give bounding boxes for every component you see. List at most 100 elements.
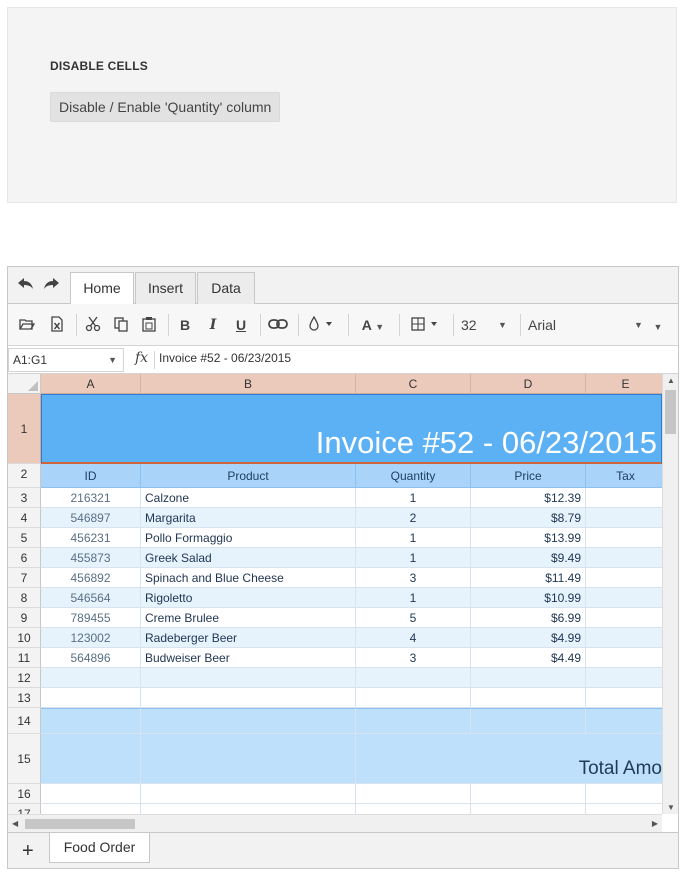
bold-button[interactable]: B: [176, 315, 194, 335]
table-header-id[interactable]: ID: [41, 464, 141, 488]
row-header-13[interactable]: 13: [8, 688, 41, 708]
column-header-e[interactable]: E: [586, 374, 662, 394]
row-header-10[interactable]: 10: [8, 628, 41, 648]
scroll-left-icon[interactable]: ◀: [12, 819, 18, 828]
invoice-title-cell[interactable]: Invoice #52 - 06/23/2015: [41, 394, 662, 464]
cell-product[interactable]: Radeberger Beer: [141, 628, 356, 648]
cell-id[interactable]: 456892: [41, 568, 141, 588]
cell-product[interactable]: Pollo Formaggio: [141, 528, 356, 548]
cell-id[interactable]: 564896: [41, 648, 141, 668]
cell-tax[interactable]: [586, 608, 662, 628]
empty-cell[interactable]: [586, 688, 662, 708]
empty-cell[interactable]: [586, 804, 662, 814]
column-header-c[interactable]: C: [356, 374, 471, 394]
open-icon[interactable]: [18, 315, 36, 335]
export-excel-icon[interactable]: [48, 315, 66, 335]
font-color-button[interactable]: A ▼: [357, 315, 389, 335]
empty-cell[interactable]: [586, 784, 662, 804]
undo-icon[interactable]: [17, 276, 35, 297]
cell-id[interactable]: 456231: [41, 528, 141, 548]
empty-cell[interactable]: [471, 804, 586, 814]
empty-cell[interactable]: [356, 668, 471, 688]
chevron-down-icon[interactable]: ▼: [108, 349, 117, 371]
empty-cell[interactable]: [41, 688, 141, 708]
row-header-11[interactable]: 11: [8, 648, 41, 668]
scroll-up-icon[interactable]: ▲: [667, 376, 675, 385]
cell-price[interactable]: $6.99: [471, 608, 586, 628]
empty-cell[interactable]: [356, 708, 471, 734]
cell-tax[interactable]: [586, 648, 662, 668]
cell-quantity[interactable]: 1: [356, 528, 471, 548]
italic-button[interactable]: I: [204, 315, 222, 335]
cut-icon[interactable]: [83, 315, 103, 335]
empty-cell[interactable]: [356, 784, 471, 804]
row-header-14[interactable]: 14: [8, 708, 41, 734]
empty-cell[interactable]: [586, 708, 662, 734]
empty-cell[interactable]: [41, 734, 141, 784]
toolbar-more-button[interactable]: ▼: [652, 315, 664, 335]
cell-id[interactable]: 216321: [41, 488, 141, 508]
cell-price[interactable]: $8.79: [471, 508, 586, 528]
table-header-tax[interactable]: Tax: [586, 464, 662, 488]
empty-cell[interactable]: [141, 804, 356, 814]
row-header-7[interactable]: 7: [8, 568, 41, 588]
tab-home[interactable]: Home: [70, 272, 134, 305]
sheet-tab-food-order[interactable]: Food Order: [49, 833, 150, 863]
cell-product[interactable]: Budweiser Beer: [141, 648, 356, 668]
horizontal-scrollbar[interactable]: ◀ ▶: [8, 814, 662, 832]
row-header-9[interactable]: 9: [8, 608, 41, 628]
cell-product[interactable]: Creme Brulee: [141, 608, 356, 628]
cell-tax[interactable]: [586, 628, 662, 648]
add-sheet-button[interactable]: +: [22, 840, 34, 863]
cell-id[interactable]: 789455: [41, 608, 141, 628]
row-header-15[interactable]: 15: [8, 734, 41, 784]
row-header-8[interactable]: 8: [8, 588, 41, 608]
cell-price[interactable]: $4.99: [471, 628, 586, 648]
redo-icon[interactable]: [42, 276, 60, 297]
cell-tax[interactable]: [586, 508, 662, 528]
select-all-corner[interactable]: [8, 374, 41, 394]
formula-input[interactable]: Invoice #52 - 06/23/2015: [159, 351, 291, 365]
cell-quantity[interactable]: 1: [356, 588, 471, 608]
fill-color-icon[interactable]: [306, 315, 336, 335]
cell-quantity[interactable]: 3: [356, 648, 471, 668]
cell-product[interactable]: Greek Salad: [141, 548, 356, 568]
font-size-select[interactable]: 32 ▼: [461, 315, 513, 335]
underline-button[interactable]: U: [232, 315, 250, 335]
empty-cell[interactable]: [471, 784, 586, 804]
row-header-3[interactable]: 3: [8, 488, 41, 508]
column-header-b[interactable]: B: [141, 374, 356, 394]
table-header-price[interactable]: Price: [471, 464, 586, 488]
cell-product[interactable]: Rigoletto: [141, 588, 356, 608]
row-header-4[interactable]: 4: [8, 508, 41, 528]
cell-price[interactable]: $4.49: [471, 648, 586, 668]
cell-price[interactable]: $10.99: [471, 588, 586, 608]
scroll-down-icon[interactable]: ▼: [667, 803, 675, 812]
empty-cell[interactable]: [141, 668, 356, 688]
row-header-1[interactable]: 1: [8, 394, 41, 464]
font-family-select[interactable]: Arial ▼: [528, 315, 646, 335]
column-header-d[interactable]: D: [471, 374, 586, 394]
cell-product[interactable]: Margarita: [141, 508, 356, 528]
cell-id[interactable]: 546564: [41, 588, 141, 608]
empty-cell[interactable]: [141, 734, 356, 784]
scroll-right-icon[interactable]: ▶: [652, 819, 658, 828]
empty-cell[interactable]: [586, 668, 662, 688]
horizontal-scroll-thumb[interactable]: [25, 819, 135, 829]
name-box[interactable]: A1:G1 ▼: [8, 348, 124, 372]
cell-quantity[interactable]: 1: [356, 488, 471, 508]
cell-id[interactable]: 546897: [41, 508, 141, 528]
cell-tax[interactable]: [586, 588, 662, 608]
cell-tax[interactable]: [586, 488, 662, 508]
empty-cell[interactable]: [356, 688, 471, 708]
link-icon[interactable]: [267, 315, 289, 335]
cell-quantity[interactable]: 4: [356, 628, 471, 648]
cell-price[interactable]: $12.39: [471, 488, 586, 508]
cell-quantity[interactable]: 2: [356, 508, 471, 528]
row-header-6[interactable]: 6: [8, 548, 41, 568]
empty-cell[interactable]: [356, 734, 471, 784]
empty-cell[interactable]: [471, 708, 586, 734]
column-header-a[interactable]: A: [41, 374, 141, 394]
row-header-17[interactable]: 17: [8, 804, 41, 814]
cell-quantity[interactable]: 1: [356, 548, 471, 568]
